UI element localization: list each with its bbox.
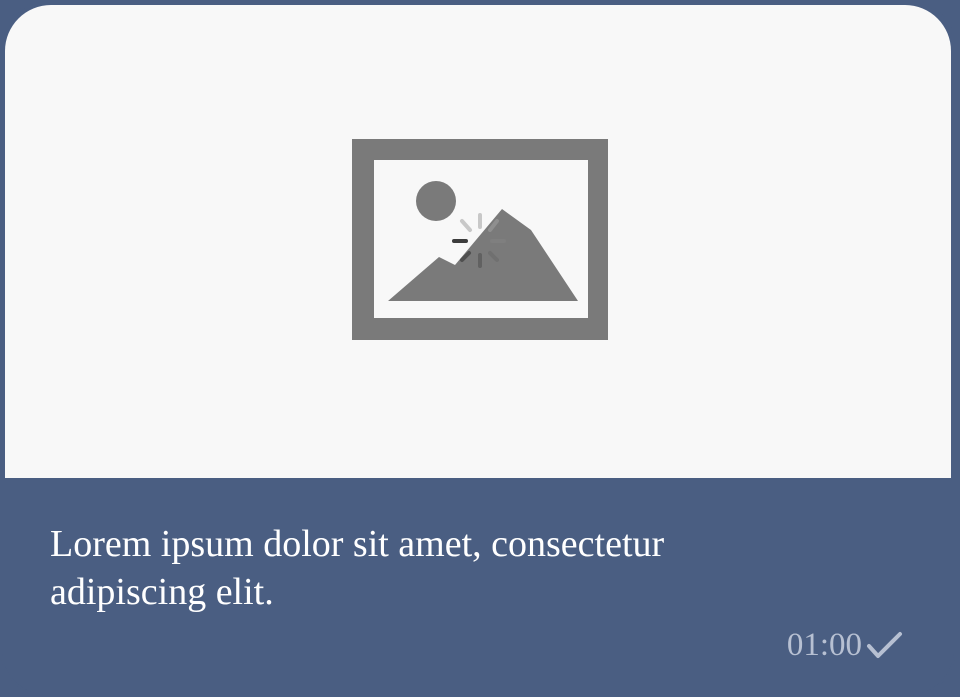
- image-placeholder-icon: [352, 139, 608, 340]
- checkmark-icon: [866, 630, 904, 660]
- message-caption-area: Lorem ipsum dolor sit amet, consectetur …: [2, 478, 954, 695]
- message-meta: 01:00: [787, 625, 904, 665]
- image-attachment[interactable]: [5, 5, 951, 478]
- message-text: Lorem ipsum dolor sit amet, consectetur …: [50, 523, 665, 613]
- message-bubble[interactable]: Lorem ipsum dolor sit amet, consectetur …: [0, 0, 956, 697]
- message-timestamp: 01:00: [786, 627, 862, 663]
